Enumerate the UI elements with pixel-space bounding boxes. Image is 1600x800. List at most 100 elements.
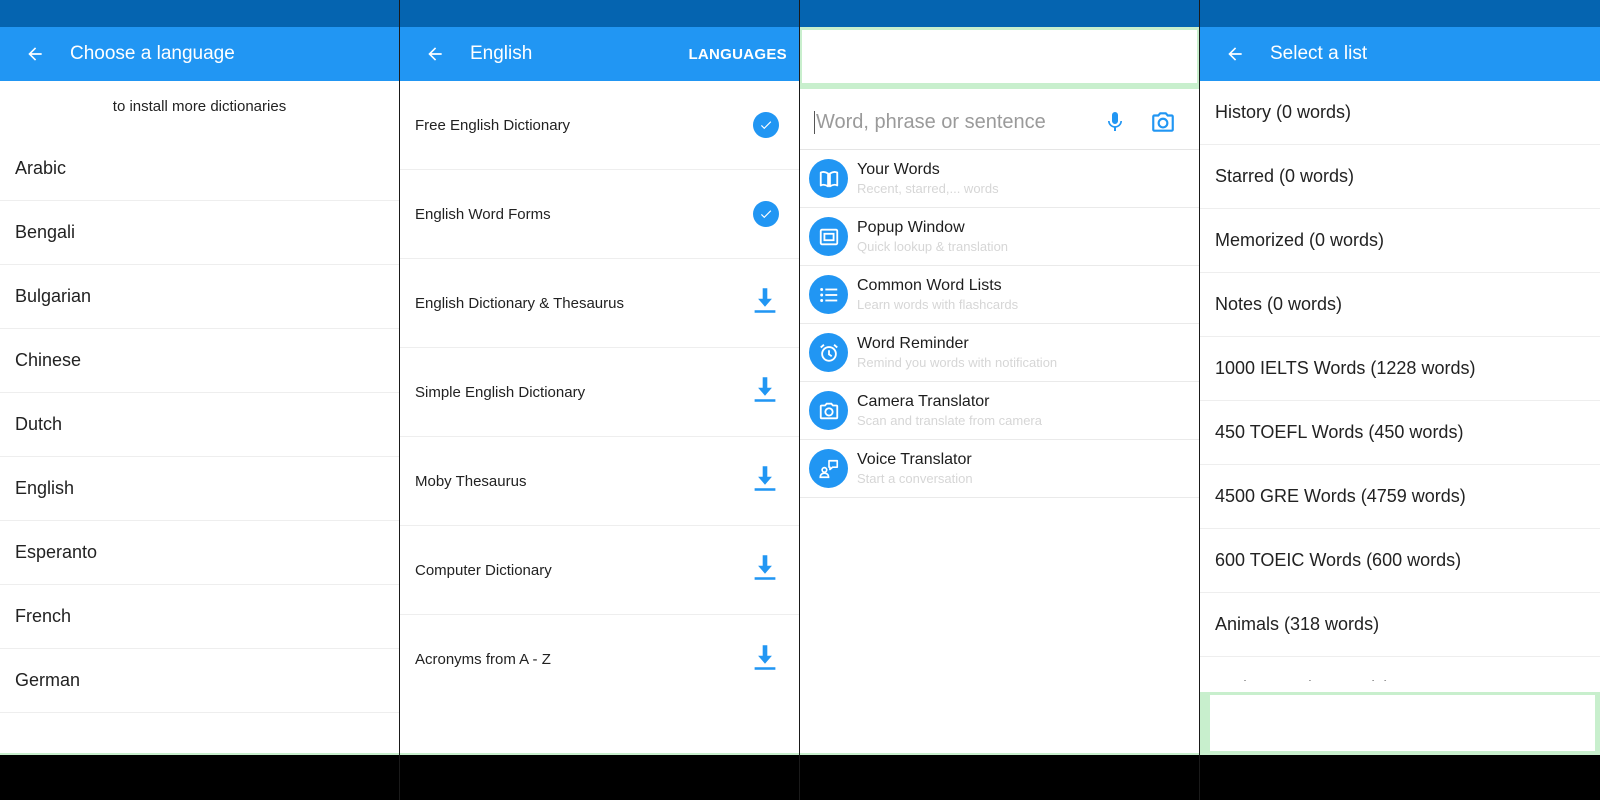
choose-language-screen: Choose a language to install more dictio… <box>0 0 400 800</box>
menu-item-text: Camera Translator Scan and translate from… <box>857 392 1042 430</box>
navigation-bar <box>0 753 399 800</box>
book-icon <box>809 159 848 198</box>
word-list-item[interactable]: Notes (0 words) <box>1200 273 1600 337</box>
dictionary-item[interactable]: Simple English Dictionary <box>400 348 799 437</box>
camera-icon <box>1152 112 1174 132</box>
dictionary-item[interactable]: English Word Forms <box>400 170 799 259</box>
arrow-left-icon <box>1228 47 1242 61</box>
app-bar: Select a list <box>1200 27 1600 81</box>
install-hint: to install more dictionaries <box>112 98 287 115</box>
home-screen: Your Words Recent, starred,... words Popup… <box>800 0 1200 800</box>
languages-button[interactable]: LANGUAGES <box>688 46 799 63</box>
menu-item[interactable]: Your Words Recent, starred,... words <box>800 150 1199 208</box>
dictionary-name: Simple English Dictionary <box>415 383 586 401</box>
status-bar <box>0 0 399 27</box>
back-button[interactable] <box>0 27 70 81</box>
ad-banner[interactable] <box>1200 692 1600 754</box>
microphone-icon <box>1108 112 1122 131</box>
page-title: English <box>470 43 533 64</box>
back-button[interactable] <box>400 27 470 81</box>
dictionary-name: Free English Dictionary <box>415 116 571 134</box>
menu-item[interactable]: Word Reminder Remind you words with notif… <box>800 324 1199 382</box>
menu-item-subtitle: Quick lookup & translation <box>857 238 1009 254</box>
menu-item-text: Word Reminder Remind you words with notif… <box>857 334 1057 372</box>
word-list-item[interactable]: Animals (318 words) <box>1200 593 1600 657</box>
word-list-item[interactable]: History (0 words) <box>1200 81 1600 145</box>
download-button[interactable] <box>751 464 779 498</box>
menu-item[interactable]: Popup Window Quick lookup & translation <box>800 208 1199 266</box>
menu-item-text: Common Word Lists Learn words with flashc… <box>857 276 1018 314</box>
camera-search-button[interactable] <box>1139 109 1187 135</box>
download-icon[interactable] <box>751 286 779 316</box>
menu-item-title: Word Reminder <box>857 334 969 352</box>
menu-item[interactable]: Camera Translator Scan and translate from… <box>800 382 1199 440</box>
menu-item-title: Popup Window <box>857 218 965 236</box>
menu-item-title: Camera Translator <box>857 392 990 410</box>
word-list-item[interactable]: 1000 IELTS Words (1228 words) <box>1200 337 1600 401</box>
download-icon[interactable] <box>751 553 779 583</box>
word-list-item[interactable]: 4500 GRE Words (4759 words) <box>1200 465 1600 529</box>
menu-item-title: Your Words <box>857 160 940 178</box>
camera-icon <box>809 391 848 430</box>
menu-item-subtitle: Scan and translate from camera <box>857 412 1042 428</box>
feature-menu: Your Words Recent, starred,... words Popup… <box>800 150 1199 498</box>
language-item[interactable]: German <box>0 649 399 713</box>
word-list-item[interactable]: Memorized (0 words) <box>1200 209 1600 273</box>
navigation-bar <box>1200 753 1600 800</box>
back-button[interactable] <box>1200 27 1270 81</box>
language-item[interactable]: French <box>0 585 399 649</box>
download-button[interactable] <box>751 553 779 587</box>
navigation-bar <box>400 753 799 800</box>
app-bar: Choose a language <box>0 27 399 81</box>
language-item[interactable]: Bulgarian <box>0 265 399 329</box>
word-list-item[interactable]: 600 TOEIC Words (600 words) <box>1200 529 1600 593</box>
menu-item-text: Popup Window Quick lookup & translation <box>857 218 1008 256</box>
app-bar: English LANGUAGES <box>400 27 799 81</box>
word-list-item[interactable]: Starred (0 words) <box>1200 145 1600 209</box>
menu-item-text: Your Words Recent, starred,... words <box>857 160 999 198</box>
installed-status <box>753 201 779 227</box>
menu-item[interactable]: Common Word Lists Learn words with flashc… <box>800 266 1199 324</box>
download-button[interactable] <box>751 286 779 320</box>
download-button[interactable] <box>751 643 779 677</box>
list-icon <box>809 275 848 314</box>
menu-item-subtitle: Start a conversation <box>857 470 973 486</box>
menu-item[interactable]: Voice Translator Start a conversation <box>800 440 1199 498</box>
language-item[interactable]: Bengali <box>0 201 399 265</box>
dictionary-list: Free English Dictionary English Word Form… <box>400 81 799 704</box>
arrow-left-icon <box>28 47 42 61</box>
language-item[interactable]: Dutch <box>0 393 399 457</box>
dictionary-name: Computer Dictionary <box>415 561 552 579</box>
language-item[interactable]: English <box>0 457 399 521</box>
language-item[interactable]: Esperanto <box>0 521 399 585</box>
word-list-list: History (0 words) Starred (0 words) Memori… <box>1200 81 1600 681</box>
search-bar <box>800 95 1199 150</box>
menu-item-title: Voice Translator <box>857 450 972 468</box>
navigation-bar <box>800 753 1199 800</box>
status-bar <box>400 0 799 27</box>
dictionary-item[interactable]: Acronyms from A - Z <box>400 615 799 704</box>
dictionary-item[interactable]: Moby Thesaurus <box>400 437 799 526</box>
download-icon[interactable] <box>751 643 779 673</box>
page-title: Choose a language <box>70 43 235 64</box>
search-input[interactable] <box>814 110 1091 134</box>
dictionary-item[interactable]: English Dictionary & Thesaurus <box>400 259 799 348</box>
dictionary-name: English Dictionary & Thesaurus <box>415 294 624 312</box>
language-item[interactable]: Chinese <box>0 329 399 393</box>
word-list-item[interactable]: Body Care (44 words) <box>1200 657 1600 681</box>
menu-item-text: Voice Translator Start a conversation <box>857 450 973 488</box>
download-icon[interactable] <box>751 464 779 494</box>
voice-chat-icon <box>809 449 848 488</box>
dictionary-item[interactable]: Computer Dictionary <box>400 526 799 615</box>
voice-search-button[interactable] <box>1091 109 1139 135</box>
menu-item-subtitle: Recent, starred,... words <box>857 180 999 196</box>
download-icon[interactable] <box>751 375 779 405</box>
alarm-clock-icon <box>809 333 848 372</box>
dictionary-name: English Word Forms <box>415 205 551 223</box>
check-circle-icon <box>753 201 779 227</box>
language-item[interactable]: Arabic <box>0 137 399 201</box>
dictionary-item[interactable]: Free English Dictionary <box>400 81 799 170</box>
download-button[interactable] <box>751 375 779 409</box>
ad-banner[interactable] <box>800 27 1199 89</box>
word-list-item[interactable]: 450 TOEFL Words (450 words) <box>1200 401 1600 465</box>
